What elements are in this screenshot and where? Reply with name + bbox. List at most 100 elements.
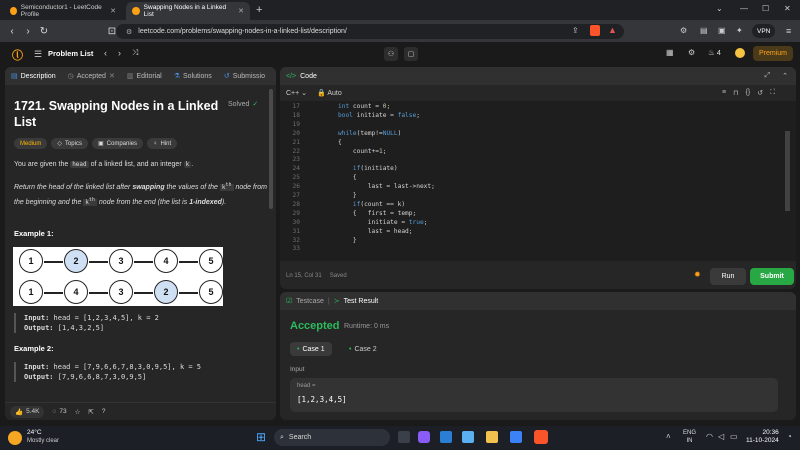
- run-button[interactable]: Run: [710, 268, 746, 285]
- forward-icon[interactable]: ›: [20, 26, 36, 37]
- language-indicator[interactable]: ENG IN: [683, 429, 696, 445]
- leo-icon[interactable]: ✦: [736, 26, 743, 35]
- input-box: head = [1,2,3,4,5]: [290, 378, 778, 412]
- vscode-icon[interactable]: [440, 431, 452, 443]
- brave-browser-icon[interactable]: [534, 430, 548, 444]
- close-icon[interactable]: ✕: [110, 7, 116, 15]
- wallet-icon[interactable]: ▣: [718, 26, 726, 35]
- list-node: 2: [154, 280, 178, 304]
- editor-scrollbar[interactable]: [785, 131, 790, 211]
- desc-text: Return the head of the linked list after: [14, 184, 131, 191]
- prev-problem-icon[interactable]: ‹: [104, 48, 107, 58]
- reset-icon[interactable]: ↺: [757, 89, 763, 97]
- companies-tag[interactable]: ▣ Companies: [91, 138, 144, 149]
- tab-accepted[interactable]: ◷ Accepted ✕: [62, 67, 121, 85]
- autocomplete-toggle[interactable]: 🔒 Auto: [317, 89, 342, 97]
- snipping-tool-icon[interactable]: [510, 431, 522, 443]
- tab-testcase[interactable]: Testcase: [296, 298, 324, 305]
- braces-icon[interactable]: {}: [746, 89, 751, 97]
- collapse-icon[interactable]: ⌃: [782, 72, 788, 80]
- tab-test-result[interactable]: Test Result: [344, 298, 379, 305]
- close-icon[interactable]: ✕: [109, 72, 115, 80]
- desc-text: node: [235, 184, 252, 191]
- clock[interactable]: 20:36 11-10-2024: [746, 429, 779, 445]
- tab-profile[interactable]: Semiconductor1 - LeetCode Profile ✕: [4, 2, 122, 20]
- streak-counter[interactable]: ♨ 4: [708, 48, 721, 57]
- chevron-up-icon[interactable]: ˄: [666, 432, 671, 441]
- settings-app-icon[interactable]: [462, 431, 474, 443]
- topics-tag[interactable]: ◇ Topics: [51, 138, 88, 149]
- bookmark-icon[interactable]: ⊓: [733, 89, 738, 97]
- expand-icon[interactable]: ⤢: [765, 72, 771, 80]
- maximize-icon[interactable]: ☐: [762, 4, 769, 13]
- hint-tag[interactable]: ♀ Hint: [147, 138, 178, 149]
- case-1-tab[interactable]: • Case 1: [290, 342, 332, 356]
- case-2-tab[interactable]: • Case 2: [342, 342, 384, 356]
- share-icon[interactable]: ⇱: [88, 408, 93, 416]
- tab-description[interactable]: ▤ Description: [5, 67, 62, 85]
- site-info-icon[interactable]: ⚙: [126, 28, 132, 36]
- vpn-button[interactable]: VPN: [752, 24, 776, 38]
- code-editor[interactable]: 17 int count = 0; 18 bool initiate = false;…: [280, 101, 796, 261]
- scrollbar[interactable]: [269, 89, 273, 209]
- new-tab-icon[interactable]: +: [256, 4, 262, 16]
- url-field[interactable]: ⚙ leetcode.com/problems/swapping-nodes-i…: [116, 24, 624, 39]
- weather-icon[interactable]: [8, 431, 22, 445]
- result-icon: ≻: [333, 298, 340, 305]
- list-icon[interactable]: ☰: [34, 49, 42, 60]
- code-text: initiate = true;: [338, 218, 428, 226]
- windows-start-icon[interactable]: ⊞: [256, 431, 268, 443]
- tab-editorial[interactable]: ▥ Editorial: [121, 67, 168, 85]
- premium-button[interactable]: Premium: [753, 46, 794, 61]
- code-th: th: [88, 197, 95, 203]
- battery-icon[interactable]: ▭: [730, 432, 738, 441]
- sidebar-icon[interactable]: ▤: [700, 26, 708, 35]
- tab-submissions[interactable]: ↺ Submissio: [218, 67, 271, 85]
- leetcode-logo[interactable]: ⓛ: [12, 47, 23, 62]
- share-icon[interactable]: ⇪: [572, 26, 579, 35]
- tab-solutions[interactable]: ⚗ Solutions: [168, 67, 218, 85]
- notes-icon[interactable]: ▢: [404, 47, 418, 61]
- task-view-icon[interactable]: [398, 431, 410, 443]
- debug-icon[interactable]: ⚇: [384, 47, 398, 61]
- bulb-icon: ♀: [153, 140, 158, 147]
- volume-icon[interactable]: ◁: [718, 432, 724, 441]
- next-problem-icon[interactable]: ›: [118, 48, 121, 58]
- extension-icon[interactable]: ⚙: [680, 26, 687, 35]
- file-explorer-icon[interactable]: [486, 431, 498, 443]
- close-icon[interactable]: ✕: [238, 7, 244, 15]
- settings-gear-icon[interactable]: ⚙: [688, 48, 695, 57]
- debug-bug-icon[interactable]: ✹: [694, 270, 701, 279]
- shuffle-icon[interactable]: ⤨: [132, 48, 138, 58]
- star-icon[interactable]: ☆: [75, 408, 81, 416]
- linked-list-diagram: 12345 14325: [13, 247, 223, 306]
- reload-icon[interactable]: ↻: [36, 26, 52, 37]
- comments-button[interactable]: ◌ 73: [52, 408, 66, 415]
- notification-bell-icon[interactable]: ◔: [787, 432, 792, 441]
- tab-problem[interactable]: Swapping Nodes in a Linked List ✕: [126, 2, 250, 20]
- format-icon[interactable]: ≡: [722, 89, 726, 97]
- list-node: 4: [64, 280, 88, 304]
- layout-icon[interactable]: ▦: [666, 48, 674, 57]
- like-button[interactable]: 👍 5.4K: [10, 405, 45, 418]
- copilot-icon[interactable]: [418, 431, 430, 443]
- input-label: Input:: [24, 314, 50, 322]
- minimize-icon[interactable]: —: [740, 4, 748, 13]
- avatar[interactable]: [735, 48, 745, 58]
- search-box[interactable]: ⌕ Search: [274, 429, 390, 446]
- region-label: IN: [686, 438, 693, 444]
- problem-list-link[interactable]: Problem List: [48, 49, 93, 58]
- menu-icon[interactable]: ≡: [786, 26, 791, 36]
- help-icon[interactable]: ?: [102, 408, 106, 415]
- back-icon[interactable]: ‹: [4, 26, 20, 37]
- chevron-down-icon[interactable]: ⌄: [716, 4, 723, 13]
- fullscreen-icon[interactable]: ⛶: [770, 89, 775, 97]
- left-tab-bar: ▤ Description ◷ Accepted ✕ ▥ Editorial ⚗…: [5, 67, 276, 85]
- language-select[interactable]: C++ ⌄: [286, 89, 307, 97]
- brave-shield-icon[interactable]: [590, 25, 600, 36]
- submit-button[interactable]: Submit: [750, 268, 794, 285]
- wifi-icon[interactable]: ◠: [706, 432, 713, 441]
- close-window-icon[interactable]: ✕: [784, 4, 791, 13]
- line-number: 30: [292, 218, 300, 226]
- rewards-icon[interactable]: ▲: [608, 25, 617, 35]
